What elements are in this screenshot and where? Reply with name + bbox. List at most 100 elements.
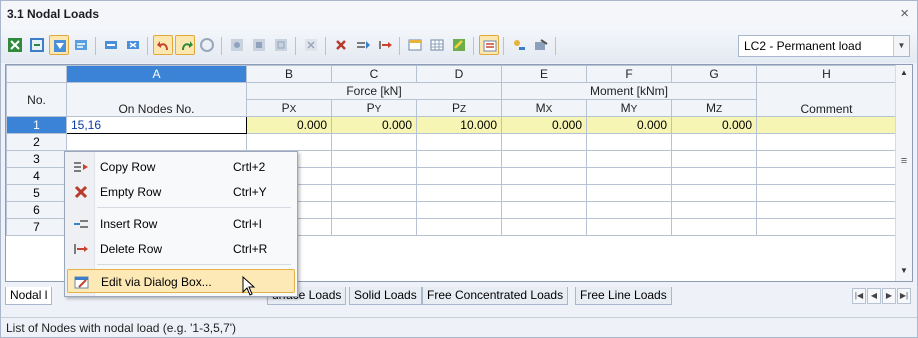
comment-cell[interactable] [756,150,897,168]
pz-cell[interactable] [416,201,502,219]
row-number[interactable]: 1 [6,116,67,134]
my-cell[interactable] [586,218,672,236]
pz-cell[interactable] [416,184,502,202]
edit-icon[interactable] [427,35,447,55]
selection-icon[interactable] [175,35,195,55]
table-icon[interactable] [375,35,395,55]
undo-icon[interactable] [153,35,173,55]
excel-export-icon[interactable] [27,35,47,55]
py-cell[interactable] [331,201,417,219]
tab-solid-loads[interactable]: Solid Loads [349,287,422,305]
column-letter-c[interactable]: C [331,65,417,83]
delete-icon[interactable] [301,35,321,55]
nodes-input[interactable]: 15,16 [66,116,247,134]
show-icon[interactable] [197,35,217,55]
table-row[interactable]: 2 [6,133,897,151]
my-cell[interactable] [586,201,672,219]
excel-import-icon[interactable] [5,35,25,55]
close-button[interactable]: × [900,5,909,22]
menu-item-edit-dialog[interactable]: Edit via Dialog Box... [67,269,295,293]
my-cell[interactable] [586,150,672,168]
mz-cell[interactable] [671,201,757,219]
table-row[interactable]: 1 15,16 0.000 0.000 10.000 0.000 0.000 0… [6,116,897,134]
scroll-grip-icon[interactable]: ≡ [898,155,910,167]
comment-cell[interactable] [756,133,897,151]
px-cell[interactable] [246,133,332,151]
mz-cell[interactable] [671,167,757,185]
py-cell[interactable] [331,184,417,202]
clear-icon[interactable] [71,35,91,55]
pz-cell[interactable] [416,218,502,236]
column-letter-g[interactable]: G [671,65,757,83]
mx-cell[interactable] [501,218,587,236]
row-number[interactable]: 5 [6,184,67,202]
tab-nodal-loads[interactable]: Nodal l [5,287,53,305]
menu-item-delete-row[interactable]: Delete Row Ctrl+R [67,237,295,261]
insert-row-icon[interactable] [101,35,121,55]
pz-cell[interactable] [416,167,502,185]
graphics-icon[interactable] [449,35,469,55]
mx-cell[interactable] [501,167,587,185]
row-number[interactable]: 4 [6,167,67,185]
tab-free-line-loads[interactable]: Free Line Loads [575,287,672,305]
insert-icon[interactable] [331,35,351,55]
my-cell[interactable]: 0.000 [586,116,672,134]
mx-cell[interactable] [501,184,587,202]
delete-row-icon[interactable] [123,35,143,55]
mz-cell[interactable] [671,218,757,236]
pz-cell[interactable] [416,133,502,151]
nodes-cell[interactable] [66,133,247,151]
pan-icon[interactable] [271,35,291,55]
view-icon[interactable] [227,35,247,55]
py-cell[interactable] [331,218,417,236]
chevron-down-icon[interactable]: ▼ [893,36,909,56]
py-cell[interactable]: 0.000 [331,116,417,134]
row-number[interactable]: 7 [6,218,67,236]
mx-cell[interactable] [501,133,587,151]
scroll-down-icon[interactable]: ▼ [896,263,912,279]
sum-icon[interactable] [249,35,269,55]
filter-icon[interactable] [49,35,69,55]
tab-free-concentrated-loads[interactable]: Free Concentrated Loads [422,287,569,305]
my-cell[interactable] [586,167,672,185]
py-cell[interactable] [331,150,417,168]
remove-icon[interactable] [353,35,373,55]
menu-item-insert-row[interactable]: Insert Row Ctrl+I [67,212,295,236]
tools-icon[interactable] [531,35,551,55]
row-number[interactable]: 6 [6,201,67,219]
mz-cell[interactable]: 0.000 [671,116,757,134]
comment-cell[interactable] [756,116,897,134]
last-tab-icon[interactable]: ▶| [897,288,911,304]
load-case-select[interactable]: LC2 - Permanent load ▼ [738,35,910,57]
my-cell[interactable] [586,184,672,202]
next-tab-icon[interactable]: ▶ [882,288,896,304]
settings-icon[interactable] [509,35,529,55]
first-tab-icon[interactable]: |◀ [852,288,866,304]
row-number[interactable]: 3 [6,150,67,168]
pz-cell[interactable] [416,150,502,168]
menu-item-empty-row[interactable]: Empty Row Ctrl+Y [67,180,295,204]
column-letter-e[interactable]: E [501,65,587,83]
py-cell[interactable] [331,133,417,151]
row-number[interactable]: 2 [6,133,67,151]
nodes-icon[interactable] [479,35,499,55]
mz-cell[interactable] [671,184,757,202]
column-letter-d[interactable]: D [416,65,502,83]
comment-cell[interactable] [756,184,897,202]
column-letter-a[interactable]: A [66,65,247,83]
column-letter-f[interactable]: F [586,65,672,83]
column-letter-h[interactable]: H [756,65,897,83]
vertical-scrollbar[interactable]: ▲ ≡ ▼ [895,65,912,281]
columns-icon[interactable] [405,35,425,55]
comment-cell[interactable] [756,201,897,219]
menu-item-copy-row[interactable]: Copy Row Crtl+2 [67,155,295,179]
mx-cell[interactable]: 0.000 [501,116,587,134]
mz-cell[interactable] [671,133,757,151]
mz-cell[interactable] [671,150,757,168]
my-cell[interactable] [586,133,672,151]
column-letter-b[interactable]: B [246,65,332,83]
mx-cell[interactable] [501,150,587,168]
py-cell[interactable] [331,167,417,185]
comment-cell[interactable] [756,167,897,185]
mx-cell[interactable] [501,201,587,219]
